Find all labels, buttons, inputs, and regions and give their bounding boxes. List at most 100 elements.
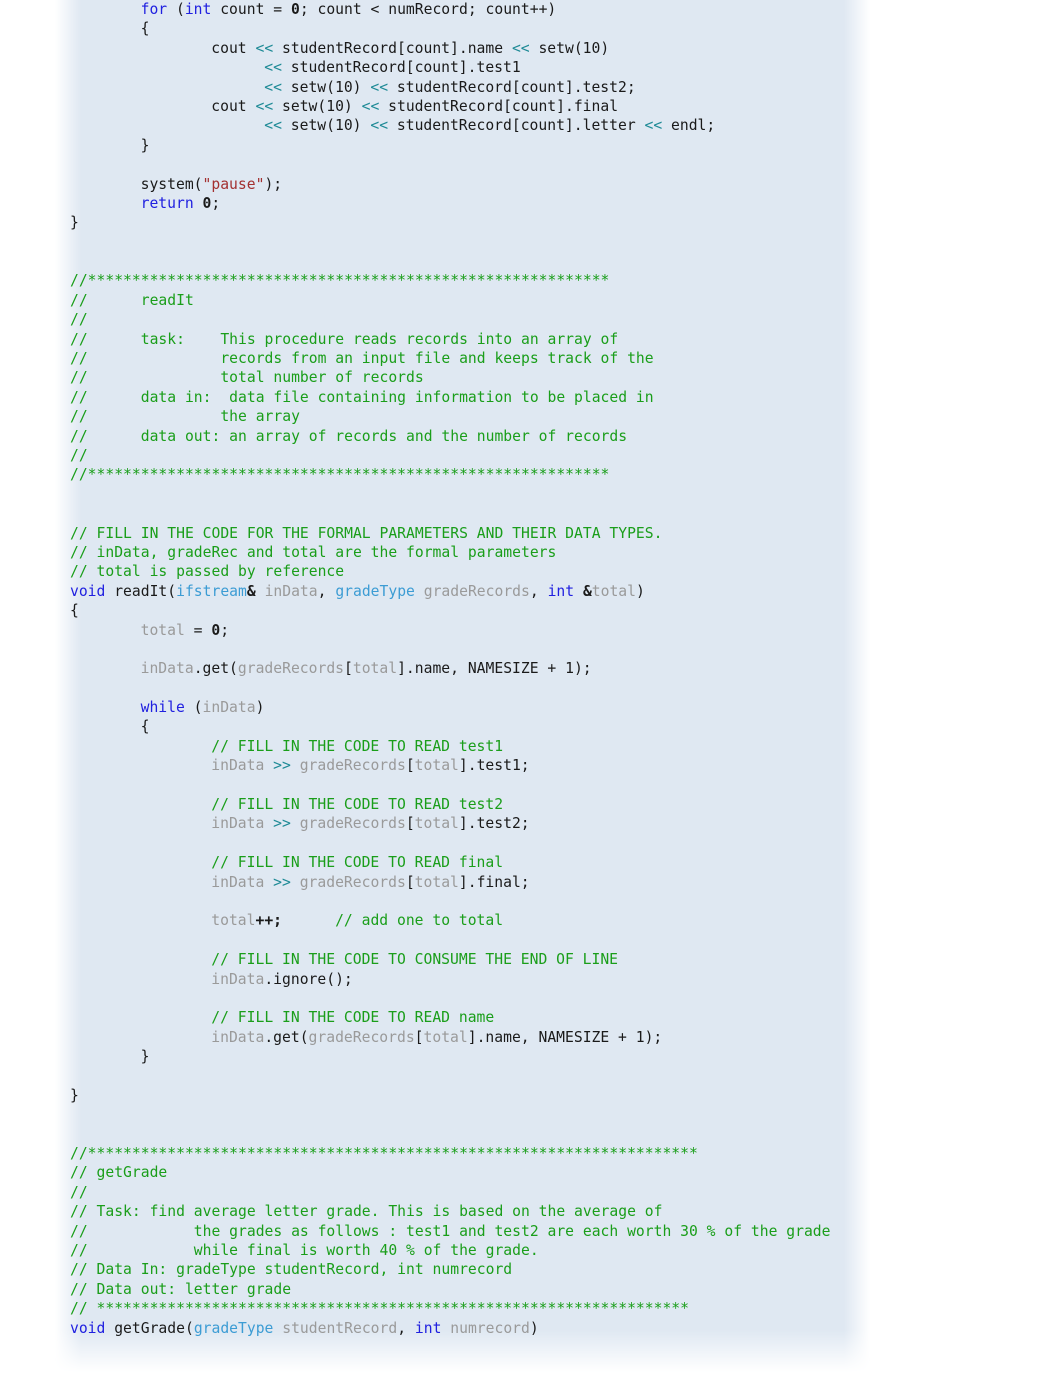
code-token-pln: .get( (264, 1028, 309, 1046)
code-token-cmt: // the grades as follows : test1 and tes… (70, 1222, 831, 1240)
code-token-op: << (255, 39, 274, 57)
code-token-id: inData (202, 699, 256, 717)
code-token-op: >> (273, 815, 291, 833)
code-line: { (0, 601, 1062, 620)
code-line: inData.ignore(); (0, 970, 1062, 989)
code-token-cmt: // add one to total (335, 912, 504, 930)
code-token-pln: cout (211, 97, 256, 115)
code-line: // inData, gradeRec and total are the fo… (0, 543, 1062, 562)
code-token-id: total (591, 582, 636, 600)
code-token-bld: & (582, 582, 592, 600)
code-token-pln: .get( (193, 660, 238, 678)
code-token-pln: ].final; (458, 873, 530, 891)
code-token-pln (291, 757, 300, 774)
code-token-id: inData (140, 660, 194, 678)
code-line: << setw(10) << studentRecord[count].test… (0, 78, 1062, 97)
code-token-pln: ( (167, 1, 185, 18)
code-token-op: << (370, 78, 389, 96)
code-token-pln (264, 757, 273, 774)
code-token-pln: .ignore(); (264, 970, 353, 988)
code-token-cmt: // (70, 1183, 88, 1201)
code-token-cmt: // while final is worth 40 % of the grad… (70, 1242, 539, 1259)
code-line: // (0, 1183, 1062, 1202)
code-token-pln: ); (264, 175, 283, 193)
code-line: void getGrade(gradeType studentRecord, i… (0, 1319, 1062, 1338)
code-token-pln: ; (211, 194, 221, 212)
code-token-pln (264, 874, 273, 891)
code-line: // getGrade (0, 1163, 1062, 1182)
code-token-id: inData (211, 873, 265, 891)
code-token-id: gradeRecords (299, 873, 406, 891)
code-line: cout << studentRecord[count].name << set… (0, 39, 1062, 58)
code-line: // the grades as follows : test1 and tes… (0, 1222, 1062, 1241)
code-token-id: gradeRecords (299, 815, 406, 833)
code-token-cmt: // inData, gradeRec and total are the fo… (70, 543, 557, 561)
code-token-op: << (255, 97, 274, 115)
code-token-pln: { (140, 20, 150, 38)
code-token-bld: ++; (255, 912, 283, 930)
code-token-pln: } (140, 136, 150, 154)
code-token-typ: gradeType (335, 582, 415, 600)
code-line: // FILL IN THE CODE TO READ name (0, 1008, 1062, 1027)
code-line: } (0, 1086, 1062, 1105)
code-token-pln: setw(10) (529, 39, 610, 57)
code-token-id: total (414, 873, 459, 891)
code-line: system("pause"); (0, 175, 1062, 194)
code-token-pln: studentRecord[count].final (379, 97, 619, 115)
code-token-pln: cout (211, 39, 256, 57)
code-token-op: << (264, 78, 282, 96)
code-token-pln: , (397, 1319, 415, 1337)
code-token-pln: , (529, 582, 548, 600)
code-token-pln: { (70, 602, 79, 620)
code-token-pln: studentRecord[count].test1 (281, 59, 521, 77)
code-line: // records from an input file and keeps … (0, 349, 1062, 368)
code-token-id: inData (264, 582, 318, 600)
code-token-cmt: // FILL IN THE CODE TO READ test2 (211, 796, 504, 814)
code-token-cmt: // FILL IN THE CODE TO READ name (211, 1009, 495, 1027)
code-line: inData >> gradeRecords[total].final; (0, 873, 1062, 892)
code-token-kw: int (414, 1319, 442, 1337)
code-token-pln: ].name, NAMESIZE + 1); (397, 660, 592, 678)
code-line: return 0; (0, 194, 1062, 213)
code-token-kw: int (547, 582, 575, 600)
code-token-typ: ifstream (176, 582, 247, 600)
code-token-id: gradeRecords (308, 1028, 415, 1046)
code-line: { (0, 19, 1062, 38)
code-token-pln: ( (184, 699, 203, 717)
code-token-cmt: // *************************************… (70, 1300, 689, 1318)
code-token-pln: setw(10) (281, 78, 371, 96)
code-line: // FILL IN THE CODE TO CONSUME THE END O… (0, 950, 1062, 969)
code-line: // Data out: letter grade (0, 1280, 1062, 1299)
code-token-kw: void (70, 1319, 106, 1337)
code-line: // total number of records (0, 368, 1062, 387)
code-token-num: 0 (290, 1, 300, 18)
code-token-pln: studentRecord[count].name (273, 39, 512, 57)
code-token-op: << (644, 117, 663, 135)
code-token-pln: count = (211, 1, 291, 18)
code-token-id: total (423, 1028, 468, 1046)
code-line: // FILL IN THE CODE TO READ test2 (0, 795, 1062, 814)
code-token-pln: system( (140, 175, 203, 193)
code-token-pln (273, 1320, 282, 1337)
code-line: for (int count = 0; count < numRecord; c… (0, 0, 1062, 19)
code-token-pln: [ (405, 873, 415, 891)
code-token-id: inData (211, 970, 265, 988)
code-token-pln (574, 583, 583, 600)
code-token-pln: } (70, 214, 79, 232)
code-token-op: << (361, 97, 380, 115)
code-token-cmt: // FILL IN THE CODE TO READ test1 (211, 737, 504, 755)
code-token-pln: endl; (662, 117, 716, 135)
code-token-id: inData (211, 757, 265, 775)
code-token-pln (194, 195, 203, 212)
code-line: //**************************************… (0, 1144, 1062, 1163)
code-token-pln: [ (405, 757, 415, 775)
code-token-pln: , (317, 582, 336, 600)
code-listing[interactable]: for (int count = 0; count < numRecord; c… (0, 0, 1062, 1338)
code-line: void readIt(ifstream& inData, gradeType … (0, 582, 1062, 601)
